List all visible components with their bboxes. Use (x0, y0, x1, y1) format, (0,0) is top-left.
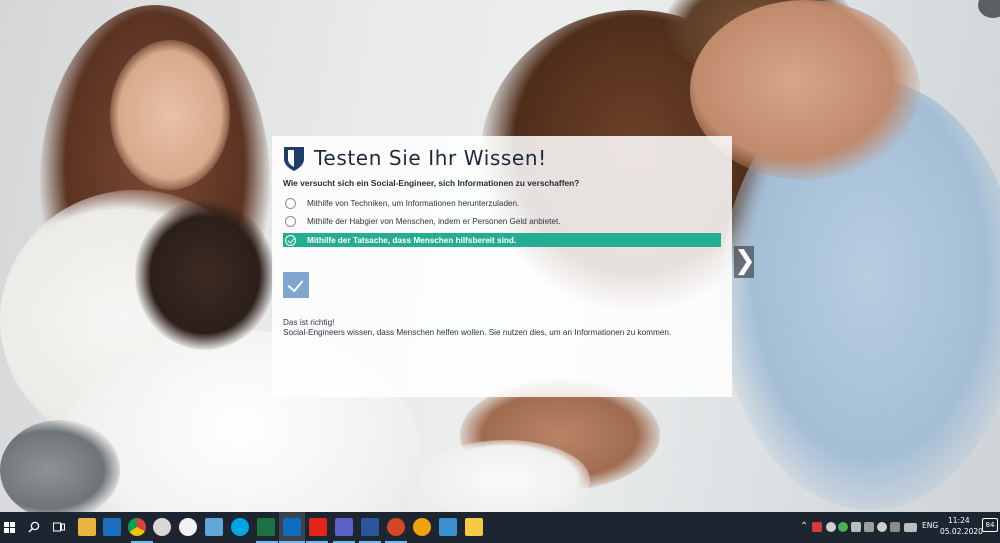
acrobat-icon[interactable] (309, 518, 327, 536)
feedback-text: Social-Engineers wissen, dass Menschen h… (283, 328, 672, 337)
submit-checkmark-button[interactable] (283, 272, 309, 298)
teams-icon[interactable] (335, 518, 353, 536)
word-icon[interactable] (361, 518, 379, 536)
answer-option-1[interactable]: Mithilfe von Techniken, um Informationen… (283, 196, 721, 210)
next-slide-chevron-right-icon[interactable]: ❯ (734, 246, 756, 278)
clock-time[interactable]: 11:24 (948, 516, 970, 525)
corner-button[interactable] (978, 0, 1000, 18)
app-icon[interactable] (413, 518, 431, 536)
answer-label: Mithilfe von Techniken, um Informationen… (307, 198, 520, 208)
powerpoint-icon[interactable] (387, 518, 405, 536)
radio-button[interactable] (285, 197, 296, 209)
answer-label: Mithilfe der Tatsache, dass Menschen hil… (307, 235, 517, 245)
chrome-icon[interactable] (128, 518, 146, 536)
task-view-icon[interactable] (53, 521, 65, 533)
notification-center-badge[interactable]: 84 (982, 518, 998, 532)
answer-option-2[interactable]: Mithilfe der Habgier von Menschen, indem… (283, 214, 721, 228)
volume-icon[interactable] (877, 522, 887, 532)
outlook-icon[interactable] (283, 518, 301, 536)
store-icon[interactable] (103, 518, 121, 536)
tray-app-icon[interactable] (826, 522, 836, 532)
feedback-title: Das ist richtig! (283, 318, 335, 327)
settings-icon[interactable] (890, 522, 900, 532)
notes-icon[interactable] (465, 518, 483, 536)
remote-desktop-icon[interactable] (439, 518, 457, 536)
battery-icon[interactable] (851, 522, 861, 532)
notepad-icon[interactable] (205, 518, 223, 536)
show-hidden-icons-chevron-up-icon[interactable]: ⌃ (800, 520, 808, 534)
question-text: Wie versucht sich ein Social-Engineer, s… (283, 178, 580, 188)
tray-app-icon[interactable] (838, 522, 848, 532)
search-icon[interactable] (28, 521, 40, 533)
clock-date[interactable]: 05.02.2020 (940, 527, 983, 536)
file-explorer-icon[interactable] (78, 518, 96, 536)
answer-label: Mithilfe der Habgier von Menschen, indem… (307, 216, 561, 226)
windows-start-icon[interactable] (4, 522, 15, 533)
radio-button-checked[interactable] (285, 234, 296, 246)
language-indicator[interactable]: ENG (922, 521, 938, 530)
quiz-card: Testen Sie Ihr Wissen! Wie versucht sich… (272, 136, 732, 397)
skype-icon[interactable] (231, 518, 249, 536)
photos-icon[interactable] (179, 518, 197, 536)
radio-button[interactable] (285, 215, 296, 227)
app-icon[interactable] (153, 518, 171, 536)
answer-option-3-selected[interactable]: Mithilfe der Tatsache, dass Menschen hil… (283, 233, 721, 247)
network-icon[interactable] (864, 522, 874, 532)
windows-taskbar: ⌃ ENG 11:24 05.02.2020 (0, 512, 1000, 543)
tray-app-icon[interactable] (812, 522, 822, 532)
quiz-title: Testen Sie Ihr Wissen! (314, 146, 547, 170)
shield-icon (284, 147, 304, 171)
keyboard-icon[interactable] (904, 523, 917, 532)
excel-icon[interactable] (257, 518, 275, 536)
